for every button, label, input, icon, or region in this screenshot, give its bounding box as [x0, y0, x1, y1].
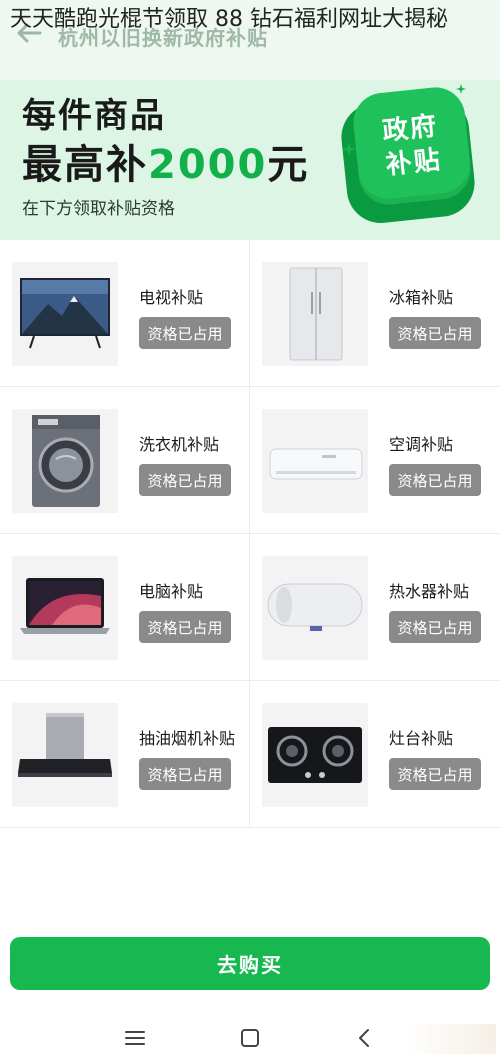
product-image — [262, 409, 368, 513]
tv-icon — [20, 278, 110, 349]
product-name: 热水器补贴 — [389, 582, 470, 601]
claim-status-button[interactable]: 资格已占用 — [139, 464, 231, 496]
product-image — [12, 556, 118, 660]
buy-button[interactable]: 去购买 — [10, 937, 490, 990]
claim-status-button[interactable]: 资格已占用 — [389, 317, 481, 349]
water-heater-icon — [267, 583, 363, 631]
product-image — [262, 703, 368, 807]
promo-banner: 每件商品 最高补2000元 在下方领取补贴资格 政府 补贴 — [0, 80, 500, 240]
gas-stove-icon — [268, 727, 362, 783]
product-card[interactable]: 热水器补贴 资格已占用 — [250, 534, 500, 681]
watermark — [406, 1024, 496, 1054]
home-square-icon[interactable] — [237, 1026, 263, 1050]
product-name: 灶台补贴 — [389, 729, 454, 748]
banner-amount-prefix: 最高补 — [22, 142, 148, 188]
product-name: 抽油烟机补贴 — [139, 729, 236, 748]
washing-machine-icon — [32, 415, 100, 507]
product-card[interactable]: 洗衣机补贴 资格已占用 — [0, 387, 250, 534]
range-hood-icon — [18, 713, 112, 777]
sparkle-icon — [456, 84, 466, 94]
banner-subsidy-amount: 最高补2000元 — [22, 132, 309, 190]
claim-status-button[interactable]: 资格已占用 — [139, 758, 231, 790]
product-grid: 电视补贴 资格已占用 冰箱补贴 资格已占用 洗衣机补贴 资格已占用 空调补贴 资… — [0, 240, 500, 828]
product-image — [12, 703, 118, 807]
product-name: 电视补贴 — [139, 288, 204, 307]
product-image — [262, 262, 368, 366]
product-image — [12, 409, 118, 513]
product-card[interactable]: 空调补贴 资格已占用 — [250, 387, 500, 534]
badge-face: 政府 补贴 — [350, 84, 474, 208]
laptop-icon — [20, 578, 110, 634]
claim-status-button[interactable]: 资格已占用 — [139, 611, 231, 643]
banner-hint: 在下方领取补贴资格 — [22, 199, 175, 219]
overlay-caption: 天天酷跑光棍节领取 88 钻石福利网址大揭秘 — [10, 7, 448, 32]
claim-status-button[interactable]: 资格已占用 — [139, 317, 231, 349]
claim-status-button[interactable]: 资格已占用 — [389, 758, 481, 790]
product-name: 洗衣机补贴 — [139, 435, 220, 454]
badge-line2: 补贴 — [384, 145, 444, 181]
banner-headline: 每件商品 — [22, 96, 166, 136]
product-name: 电脑补贴 — [139, 582, 204, 601]
product-name: 空调补贴 — [389, 435, 454, 454]
air-conditioner-icon — [269, 448, 363, 480]
product-image — [12, 262, 118, 366]
banner-amount-suffix: 元 — [267, 142, 310, 188]
product-card[interactable]: 电视补贴 资格已占用 — [0, 240, 250, 387]
claim-status-button[interactable]: 资格已占用 — [389, 464, 481, 496]
back-chevron-icon[interactable] — [352, 1026, 378, 1050]
fridge-icon — [289, 267, 343, 361]
product-name: 冰箱补贴 — [389, 288, 454, 307]
sparkle-icon — [342, 142, 356, 156]
banner-amount-value: 2000 — [148, 142, 268, 188]
product-card[interactable]: 电脑补贴 资格已占用 — [0, 534, 250, 681]
gov-subsidy-badge: 政府 补贴 — [338, 80, 478, 230]
claim-status-button[interactable]: 资格已占用 — [389, 611, 481, 643]
product-image — [262, 556, 368, 660]
product-card[interactable]: 冰箱补贴 资格已占用 — [250, 240, 500, 387]
system-nav-bar — [0, 1020, 500, 1056]
product-card[interactable]: 抽油烟机补贴 资格已占用 — [0, 681, 250, 828]
menu-icon[interactable] — [122, 1026, 148, 1050]
product-card[interactable]: 灶台补贴 资格已占用 — [250, 681, 500, 828]
